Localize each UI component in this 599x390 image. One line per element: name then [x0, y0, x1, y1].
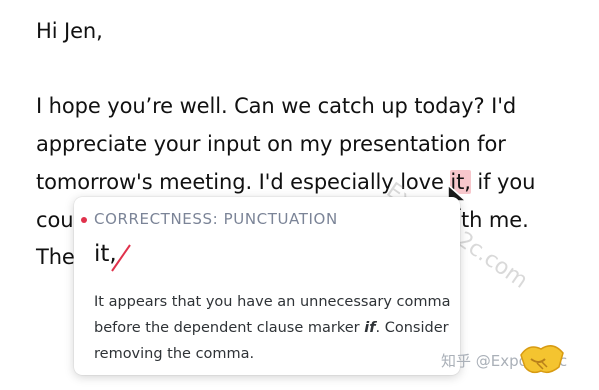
email-line-3-after: if you [470, 170, 536, 194]
email-line-5-left: The [36, 245, 75, 269]
email-line-4-left: cou [36, 208, 74, 232]
email-line-1: I hope you’re well. Can we catch up toda… [36, 94, 517, 118]
description-keyword: if [364, 320, 376, 336]
email-editor[interactable]: Hi Jen, I hope you’re well. Can we catch… [0, 0, 599, 390]
email-greeting: Hi Jen, [36, 19, 103, 43]
suggestion-description: It appears that you have an unnecessary … [94, 289, 454, 367]
email-line-2: appreciate your input on my presentation… [36, 132, 506, 156]
suggestion-category: CORRECTNESS: PUNCTUATION [94, 210, 338, 228]
strikethrough-icon [111, 244, 131, 272]
alert-dot-icon [81, 217, 87, 223]
handshake-emoji-icon [520, 345, 564, 374]
suggestion-card[interactable]: CORRECTNESS: PUNCTUATION it, It appears … [74, 197, 460, 375]
